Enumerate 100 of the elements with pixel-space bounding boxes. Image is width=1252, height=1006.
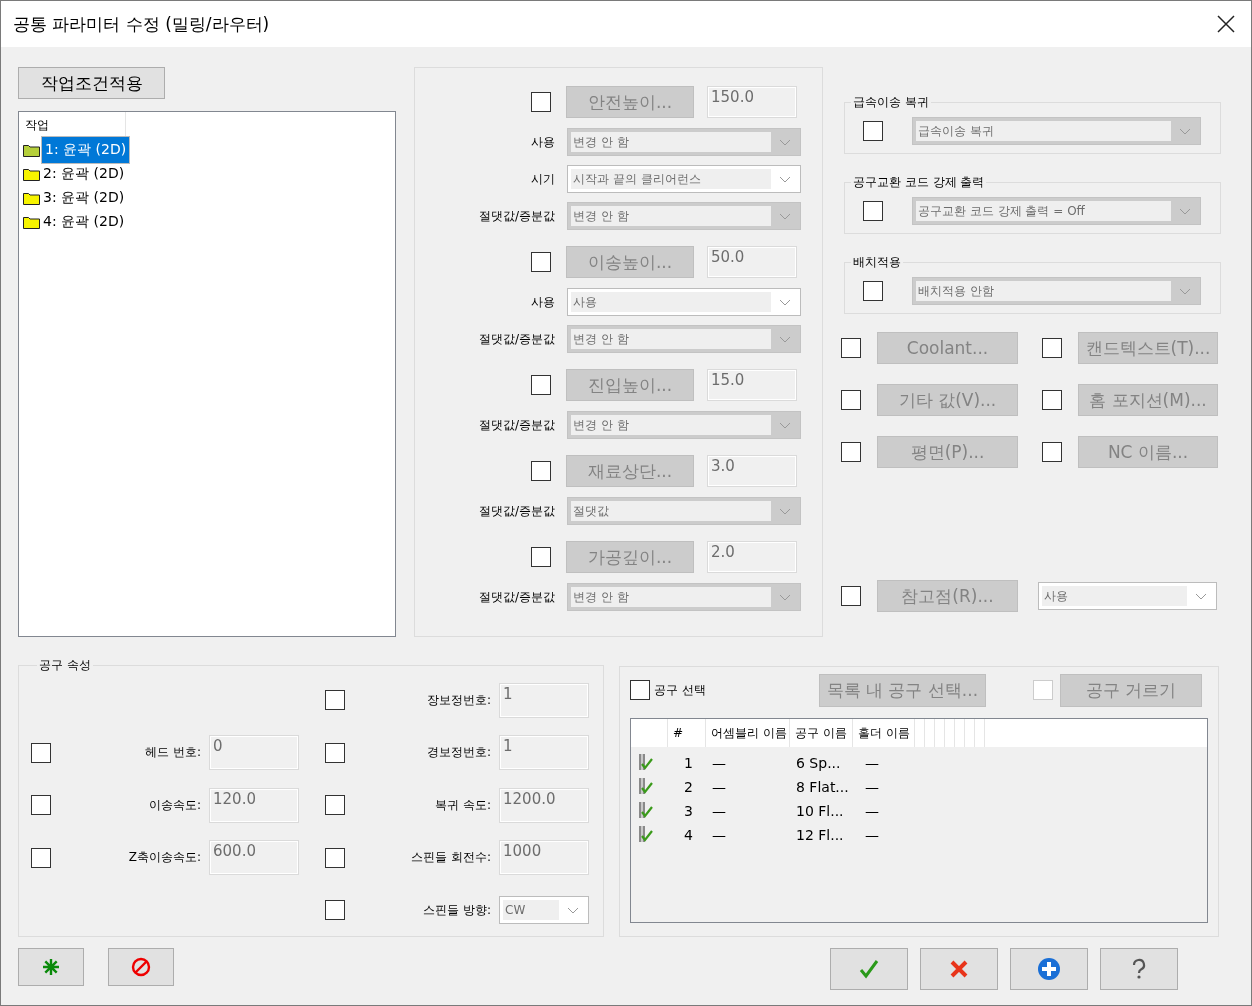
checkbox[interactable] xyxy=(31,847,51,868)
value-field[interactable]: 3.0 xyxy=(707,455,797,487)
chevron-icon xyxy=(779,335,791,343)
checkbox[interactable] xyxy=(630,680,650,700)
table-cell-text: — xyxy=(711,827,727,843)
value-field[interactable]: 1000 xyxy=(499,840,589,875)
chevron-icon xyxy=(1195,592,1207,600)
checkbox[interactable] xyxy=(325,847,345,868)
value-field[interactable]: 0 xyxy=(209,735,299,770)
column-header[interactable]: 홀더 이름 xyxy=(853,719,915,747)
option-label: 절댓값/증분값 xyxy=(477,588,555,606)
chevron-icon xyxy=(779,298,791,306)
table-cell-text: — xyxy=(711,779,727,795)
table-cell-text: 2 xyxy=(683,779,694,795)
folder-icon xyxy=(23,191,40,205)
option-label: 절댓값/증분값 xyxy=(477,502,555,520)
table-cell-text: — xyxy=(864,779,880,795)
chevron-icon xyxy=(567,906,579,914)
option-label: 절댓값/증분값 xyxy=(477,330,555,348)
tool-check-icon xyxy=(637,776,653,795)
option-label: 시기 xyxy=(530,170,555,188)
table-cell-text: — xyxy=(864,827,880,843)
folder-icon xyxy=(23,215,40,229)
value-field[interactable]: 1200.0 xyxy=(499,787,589,823)
group-title: 급속이송 복귀 xyxy=(852,94,930,111)
plus-icon xyxy=(1037,957,1061,981)
value-field[interactable]: 2.0 xyxy=(707,541,797,573)
checkbox[interactable] xyxy=(325,900,345,920)
chevron-icon xyxy=(779,212,791,220)
tree-item[interactable]: 2: 윤곽 (2D) xyxy=(41,164,127,184)
chevron-icon xyxy=(1179,127,1191,135)
field-label: 이송속도: xyxy=(147,796,202,814)
table-cell-text: 4 xyxy=(683,827,694,843)
option-label: 사용 xyxy=(530,293,555,311)
table-cell-text: — xyxy=(864,755,880,771)
tree-header: 작업 xyxy=(25,116,49,134)
checkbox[interactable] xyxy=(841,586,861,606)
add-button[interactable] xyxy=(18,948,84,986)
dropdown[interactable]: 시작과 끝의 클리어런스 xyxy=(567,165,801,193)
table-cell-text: 8 Flat... xyxy=(795,779,850,795)
field-label: 경보정번호: xyxy=(425,744,492,761)
table-cell-text: — xyxy=(711,803,727,819)
tool-check-icon xyxy=(637,824,653,843)
close-icon[interactable] xyxy=(1217,15,1235,33)
checkbox[interactable] xyxy=(531,461,551,481)
table-cell-text: 12 Fl... xyxy=(795,827,845,843)
dropdown[interactable]: CW xyxy=(499,896,589,924)
value-field[interactable]: 50.0 xyxy=(707,246,797,278)
chevron-icon xyxy=(779,138,791,146)
checkbox[interactable] xyxy=(31,795,51,815)
field-label: 스핀들 방향: xyxy=(422,901,492,919)
checkbox[interactable] xyxy=(31,742,51,763)
checkbox[interactable] xyxy=(531,92,551,112)
value-field[interactable]: 1 xyxy=(499,735,589,770)
value-field[interactable]: 120.0 xyxy=(209,787,299,823)
group-title: 공구교환 코드 강제 출력 xyxy=(852,174,986,191)
field-label: 장보정번호: xyxy=(425,691,492,709)
checkbox[interactable] xyxy=(863,281,883,301)
tree-item[interactable]: 1: 윤곽 (2D) xyxy=(41,136,131,164)
value-field[interactable]: 1 xyxy=(499,682,589,718)
option-label: 절댓값/증분값 xyxy=(477,207,555,225)
value-field[interactable]: 15.0 xyxy=(707,369,797,401)
checkbox[interactable] xyxy=(325,742,345,763)
asterisk-icon xyxy=(42,958,60,976)
table-cell-text: — xyxy=(711,755,727,771)
field-label: 복귀 속도: xyxy=(434,796,492,814)
window-title: 공통 파라미터 수정 (밀링/라우터) xyxy=(13,12,270,36)
field-label: 헤드 번호: xyxy=(144,744,202,761)
chevron-icon xyxy=(779,421,791,429)
chevron-icon xyxy=(779,175,791,183)
checkbox[interactable] xyxy=(863,201,883,221)
chevron-icon xyxy=(779,507,791,515)
column-header[interactable]: # xyxy=(668,719,706,747)
checkbox[interactable] xyxy=(531,547,551,567)
cancel-button[interactable] xyxy=(920,948,998,990)
value-field[interactable]: 150.0 xyxy=(707,86,797,118)
dropdown[interactable]: 사용 xyxy=(567,288,801,316)
option-label: 절댓값/증분값 xyxy=(477,416,555,434)
checkbox[interactable] xyxy=(863,121,883,141)
clear-button[interactable] xyxy=(108,948,174,986)
checkbox[interactable] xyxy=(531,252,551,272)
column-header[interactable]: 어셈블리 이름 xyxy=(706,719,790,747)
group-title: 배치적용 xyxy=(852,254,902,271)
checkbox[interactable] xyxy=(325,690,345,710)
apply-conditions-button[interactable]: 작업조건적용 xyxy=(18,67,165,99)
checkbox[interactable] xyxy=(531,375,551,395)
dropdown[interactable]: 사용 xyxy=(1038,582,1217,610)
check-icon xyxy=(859,959,879,979)
field-label: 스핀들 회전수: xyxy=(410,849,492,866)
column-header[interactable]: 공구 이름 xyxy=(790,719,853,747)
tool-check-icon xyxy=(637,800,653,819)
tool-check-icon xyxy=(637,752,653,771)
add-button[interactable] xyxy=(1010,948,1088,990)
checkbox[interactable] xyxy=(325,795,345,815)
tree-item[interactable]: 4: 윤곽 (2D) xyxy=(41,212,127,232)
group-title: 공구 속성 xyxy=(38,657,92,674)
tree-item[interactable]: 3: 윤곽 (2D) xyxy=(41,188,127,208)
table-cell-text: 6 Sp... xyxy=(795,755,842,771)
value-field[interactable]: 600.0 xyxy=(209,840,299,875)
table-cell-text: — xyxy=(864,803,880,819)
